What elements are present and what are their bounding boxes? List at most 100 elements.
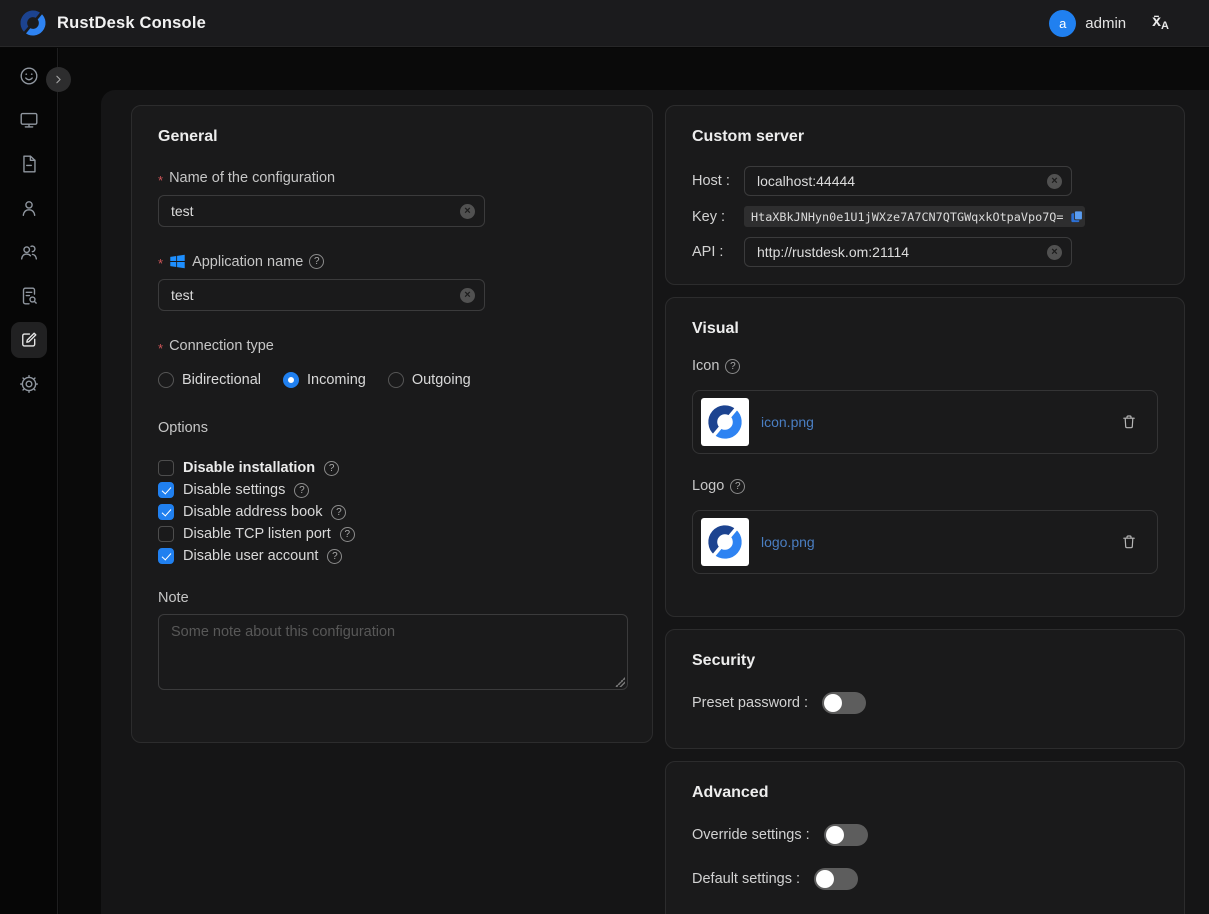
security-card: Security Preset password : xyxy=(665,629,1185,749)
key-label: Key : xyxy=(692,209,744,225)
radio-incoming[interactable]: Incoming xyxy=(283,372,366,388)
monitor-icon xyxy=(18,109,40,131)
toggle-knob xyxy=(824,694,842,712)
config-name-input[interactable]: test × xyxy=(158,195,485,227)
override-settings-row: Override settings : xyxy=(692,824,1158,846)
clear-icon[interactable]: × xyxy=(1047,174,1062,189)
help-icon[interactable]: ? xyxy=(309,254,324,269)
radio-dot[interactable] xyxy=(158,372,174,388)
radio-bidirectional[interactable]: Bidirectional xyxy=(158,372,261,388)
help-icon[interactable]: ? xyxy=(331,505,346,520)
key-value: HtaXBkJNHyn0e1U1jWXze7A7CN7QTGWqxkOtpaVp… xyxy=(751,210,1064,224)
help-icon[interactable]: ? xyxy=(327,549,342,564)
checkbox-disable-tcp-listen-port[interactable]: Disable TCP listen port ? xyxy=(158,526,626,542)
checkbox[interactable] xyxy=(158,548,174,564)
users-icon xyxy=(18,241,40,263)
default-settings-toggle[interactable] xyxy=(814,868,858,890)
checkbox[interactable] xyxy=(158,460,174,476)
preset-password-toggle[interactable] xyxy=(822,692,866,714)
toggle-knob xyxy=(816,870,834,888)
application-name-input[interactable]: test × xyxy=(158,279,485,311)
sidebar-item-dashboard[interactable] xyxy=(11,58,47,94)
right-column: Custom server Host : localhost:44444 × K… xyxy=(665,105,1185,914)
host-label: Host : xyxy=(692,173,744,189)
logo-upload-item: logo.png xyxy=(692,510,1158,574)
icon-thumbnail xyxy=(701,398,749,446)
file-icon xyxy=(18,153,40,175)
advanced-card: Advanced Override settings : Default set… xyxy=(665,761,1185,914)
application-name-label: * Application name ? xyxy=(158,253,626,270)
preset-password-row: Preset password : xyxy=(692,692,1158,714)
api-label: API : xyxy=(692,244,744,260)
custom-server-title: Custom server xyxy=(692,128,1158,146)
visual-card: Visual Icon ? icon.png xyxy=(665,297,1185,617)
icon-label: Icon ? xyxy=(692,358,1158,374)
default-settings-row: Default settings : xyxy=(692,868,1158,890)
help-icon[interactable]: ? xyxy=(324,461,339,476)
host-input[interactable]: localhost:44444 × xyxy=(744,166,1072,196)
clear-icon[interactable]: × xyxy=(460,204,475,219)
note-placeholder: Some note about this configuration xyxy=(171,624,395,640)
user-icon xyxy=(18,197,40,219)
logo-label: Logo ? xyxy=(692,478,1158,494)
radio-outgoing[interactable]: Outgoing xyxy=(388,372,471,388)
smiley-icon xyxy=(18,65,40,87)
sidebar-item-settings[interactable] xyxy=(11,366,47,402)
sidebar-item-address-book[interactable] xyxy=(11,278,47,314)
clear-icon[interactable]: × xyxy=(1047,245,1062,260)
advanced-title: Advanced xyxy=(692,784,1158,802)
chevron-right-icon xyxy=(52,73,65,86)
help-icon[interactable]: ? xyxy=(725,359,740,374)
sidebar-item-documents[interactable] xyxy=(11,146,47,182)
copy-icon[interactable] xyxy=(1069,209,1084,224)
sidebar-item-groups[interactable] xyxy=(11,234,47,270)
override-settings-label: Override settings : xyxy=(692,827,810,843)
resize-handle-icon[interactable] xyxy=(615,677,625,687)
sidebar-item-users[interactable] xyxy=(11,190,47,226)
required-asterisk: * xyxy=(158,341,163,356)
sidebar xyxy=(0,48,58,914)
user-menu[interactable]: a admin xyxy=(1049,10,1126,37)
trash-icon[interactable] xyxy=(1121,414,1137,430)
icon-file-link[interactable]: icon.png xyxy=(761,414,814,430)
general-card: General * Name of the configuration test… xyxy=(131,105,653,743)
key-value-box: HtaXBkJNHyn0e1U1jWXze7A7CN7QTGWqxkOtpaVp… xyxy=(744,206,1085,227)
help-icon[interactable]: ? xyxy=(730,479,745,494)
app-title: RustDesk Console xyxy=(57,14,206,33)
options-label: Options xyxy=(158,420,626,436)
main-panel: General * Name of the configuration test… xyxy=(101,90,1209,914)
api-input[interactable]: http://rustdesk.om:21114 × xyxy=(744,237,1072,267)
clear-icon[interactable]: × xyxy=(460,288,475,303)
avatar[interactable]: a xyxy=(1049,10,1076,37)
icon-upload-item: icon.png xyxy=(692,390,1158,454)
sidebar-item-devices[interactable] xyxy=(11,102,47,138)
connection-type-label: * Connection type xyxy=(158,338,626,354)
checkbox-disable-installation[interactable]: Disable installation ? xyxy=(158,460,626,476)
radio-dot[interactable] xyxy=(283,372,299,388)
preset-password-label: Preset password : xyxy=(692,695,808,711)
brand: RustDesk Console xyxy=(18,8,206,38)
help-icon[interactable]: ? xyxy=(294,483,309,498)
checkbox-disable-address-book[interactable]: Disable address book ? xyxy=(158,504,626,520)
username: admin xyxy=(1085,15,1126,32)
checkbox-disable-settings[interactable]: Disable settings ? xyxy=(158,482,626,498)
note-textarea[interactable]: Some note about this configuration xyxy=(158,614,628,690)
file-search-icon xyxy=(18,285,40,307)
radio-dot[interactable] xyxy=(388,372,404,388)
override-settings-toggle[interactable] xyxy=(824,824,868,846)
checkbox-disable-user-account[interactable]: Disable user account ? xyxy=(158,548,626,564)
help-icon[interactable]: ? xyxy=(340,527,355,542)
note-label: Note xyxy=(158,590,626,606)
translate-icon[interactable]: x̄ A xyxy=(1152,14,1169,32)
sidebar-item-custom-clients[interactable] xyxy=(11,322,47,358)
checkbox[interactable] xyxy=(158,482,174,498)
checkbox[interactable] xyxy=(158,504,174,520)
trash-icon[interactable] xyxy=(1121,534,1137,550)
sidebar-expand-button[interactable] xyxy=(46,67,71,92)
security-title: Security xyxy=(692,652,1158,670)
toggle-knob xyxy=(826,826,844,844)
logo-file-link[interactable]: logo.png xyxy=(761,534,815,550)
left-column: General * Name of the configuration test… xyxy=(131,105,653,743)
checkbox[interactable] xyxy=(158,526,174,542)
config-name-label: * Name of the configuration xyxy=(158,170,626,186)
